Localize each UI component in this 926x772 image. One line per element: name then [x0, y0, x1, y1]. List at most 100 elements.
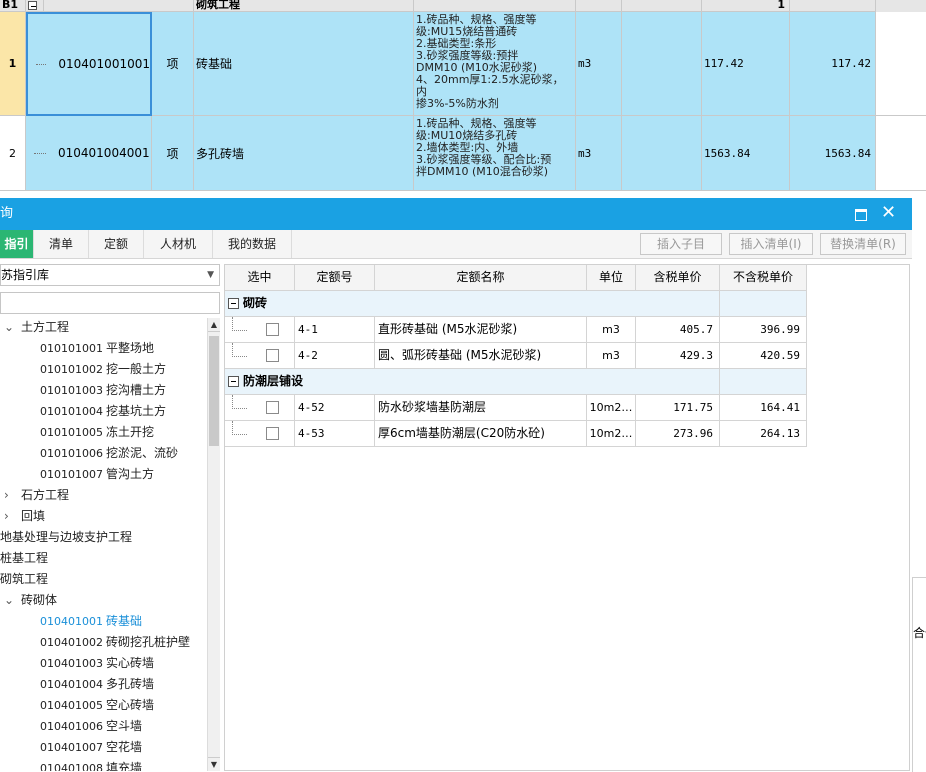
col-select-header[interactable]: 选中	[225, 265, 295, 291]
tree-scrollbar[interactable]: ▲ ▼	[207, 318, 220, 771]
tree-line	[232, 317, 247, 331]
quota-price-notax: 420.59	[720, 343, 807, 369]
quota-code: 4-1	[295, 317, 375, 343]
scroll-down-icon[interactable]: ▼	[208, 757, 220, 771]
select-checkbox[interactable]	[266, 323, 279, 336]
quota-name[interactable]: 圆、弧形砖基础 (M5水泥砂浆)	[375, 343, 587, 369]
quota-price-notax: 264.13	[720, 421, 807, 447]
tree-item[interactable]: 010401003 实心砖墙	[40, 653, 154, 674]
tree-item-code: 010401007	[40, 741, 103, 754]
tab-bill[interactable]: 清单	[34, 230, 89, 258]
table-row[interactable]: 2 010401004001 项 多孔砖墙 1.砖品种、规格、强度等 级:MU10…	[0, 116, 926, 191]
quota-name[interactable]: 直形砖基础 (M5水泥砂浆)	[375, 317, 587, 343]
bill-type: 项	[166, 57, 179, 71]
collapse-icon[interactable]	[228, 376, 239, 387]
tree-item-code: 010401004	[40, 678, 103, 691]
tab-my-data[interactable]: 我的数据	[213, 230, 292, 258]
tree-item[interactable]: › 回填	[4, 506, 45, 527]
chevron-right-icon[interactable]: ›	[4, 506, 18, 527]
section-name: 砌筑工程	[194, 0, 414, 12]
tree-item-label: 挖一般土方	[106, 362, 167, 376]
col-code-header[interactable]: 定额号	[295, 265, 375, 291]
scroll-up-icon[interactable]: ▲	[208, 318, 220, 332]
tree-item[interactable]: 桩基工程	[0, 548, 48, 569]
chevron-down-icon: ▼	[207, 270, 214, 280]
tree-item[interactable]: 010101001 平整场地	[40, 338, 154, 359]
tree-item-code: 010401008	[40, 762, 103, 771]
quota-name[interactable]: 厚6cm墙基防潮层(C20防水砼)	[375, 421, 587, 447]
table-row[interactable]: 1 010401001001 项 砖基础 1.砖品种、规格、强度等 级:MU15烧…	[0, 12, 926, 116]
tree-item[interactable]: 010101006 挖淤泥、流砂	[40, 443, 178, 464]
tree-item[interactable]: 地基处理与边坡支护工程	[0, 527, 132, 548]
quota-code: 4-2	[295, 343, 375, 369]
tree-item-code: 010401002	[40, 636, 103, 649]
tree-item[interactable]: 砌筑工程	[0, 569, 48, 590]
maximize-icon[interactable]	[855, 209, 867, 221]
bill-grid: B1 砌筑工程 1 1 010401001001 项 砖基础 1.砖品种、规格、…	[0, 0, 926, 192]
tree-item[interactable]: 010101003 挖沟槽土方	[40, 380, 166, 401]
quota-group-row[interactable]: 砌砖	[225, 291, 720, 317]
col-price-tax-header[interactable]: 含税单价	[636, 265, 720, 291]
tree-item-code: 010401003	[40, 657, 103, 670]
tab-guide[interactable]: 指引	[0, 230, 34, 258]
quota-group-label: 防潮层铺设	[243, 374, 304, 388]
chevron-down-icon[interactable]: ⌄	[4, 318, 18, 338]
tree-item-code: 010101005	[40, 426, 103, 439]
tree-item[interactable]: 010101005 冻土开挖	[40, 422, 154, 443]
code-cell[interactable]: 010401001001	[26, 12, 152, 116]
tree-line	[232, 395, 247, 409]
search-input[interactable]	[0, 292, 220, 314]
tree-item[interactable]: 010401008 填充墙	[40, 758, 142, 771]
close-icon[interactable]: ✕	[881, 203, 896, 223]
tree-item[interactable]: ⌄ 砖砌体	[4, 590, 57, 611]
tree-item-label: 桩基工程	[0, 551, 49, 565]
tree-item[interactable]: 010101002 挖一般土方	[40, 359, 166, 380]
tree-item[interactable]: › 石方工程	[4, 485, 69, 506]
insert-child-button[interactable]: 插入子目	[640, 233, 722, 255]
col-unit-header[interactable]: 单位	[587, 265, 636, 291]
tree-item-label: 挖沟槽土方	[106, 383, 167, 397]
section-amount: 1	[702, 0, 790, 12]
scroll-thumb[interactable]	[209, 336, 219, 446]
code-cell[interactable]: 010401004001	[26, 116, 152, 191]
collapse-icon[interactable]	[26, 0, 44, 12]
tree-item[interactable]: 010401005 空心砖墙	[40, 695, 154, 716]
bill-description: 1.砖品种、规格、强度等 级:MU15烧结普通砖 2.基础类型:条形 3.砂浆强度等级…	[414, 12, 576, 116]
col-price-notax-header[interactable]: 不含税单价	[720, 265, 807, 291]
tree-item-label: 空斗墙	[106, 719, 143, 733]
replace-list-button[interactable]: 替换清单(R)	[820, 233, 906, 255]
tree-item[interactable]: 010101007 管沟土方	[40, 464, 154, 485]
tree-item-label: 砖砌体	[21, 593, 58, 607]
quota-select-cell	[225, 421, 295, 447]
quota-group-label: 砌砖	[243, 296, 268, 310]
insert-list-button[interactable]: 插入清单(I)	[729, 233, 813, 255]
quota-price-notax: 396.99	[720, 317, 807, 343]
tree-item-label: 地基处理与边坡支护工程	[0, 530, 133, 544]
tree-item[interactable]: 010401007 空花墙	[40, 737, 142, 758]
dialog-title: 询	[0, 206, 14, 221]
col-name-header[interactable]: 定额名称	[375, 265, 587, 291]
tree-item[interactable]: 010401006 空斗墙	[40, 716, 142, 737]
quota-name[interactable]: 防水砂浆墙基防潮层	[375, 395, 587, 421]
tree-line	[232, 421, 247, 435]
tab-quota[interactable]: 定额	[89, 230, 144, 258]
select-checkbox[interactable]	[266, 427, 279, 440]
tree-item-label: 砖砌挖孔桩护壁	[106, 635, 191, 649]
select-checkbox[interactable]	[266, 401, 279, 414]
tree-item[interactable]: 010401004 多孔砖墙	[40, 674, 154, 695]
collapse-icon[interactable]	[228, 298, 239, 309]
dialog-title-bar[interactable]: 询 ✕	[0, 198, 912, 230]
chevron-down-icon[interactable]: ⌄	[4, 590, 18, 611]
bill-name: 砖基础	[196, 57, 233, 71]
library-select[interactable]: 苏指引库 ▼	[0, 264, 220, 286]
tab-materials[interactable]: 人材机	[144, 230, 213, 258]
background-panel-edge	[912, 577, 926, 772]
tree-item[interactable]: ⌄ 土方工程	[4, 318, 69, 338]
chevron-right-icon[interactable]: ›	[4, 485, 18, 506]
select-checkbox[interactable]	[266, 349, 279, 362]
tree-item[interactable]: 010101004 挖基坑土方	[40, 401, 166, 422]
tree-item[interactable]: 010401002 砖砌挖孔桩护壁	[40, 632, 190, 653]
tree-item[interactable]: 010401001 砖基础	[40, 611, 142, 632]
guide-tree: ⌄ 土方工程 010101001 平整场地 010101002 挖一般土方 01010100…	[0, 318, 207, 771]
quota-group-row[interactable]: 防潮层铺设	[225, 369, 720, 395]
